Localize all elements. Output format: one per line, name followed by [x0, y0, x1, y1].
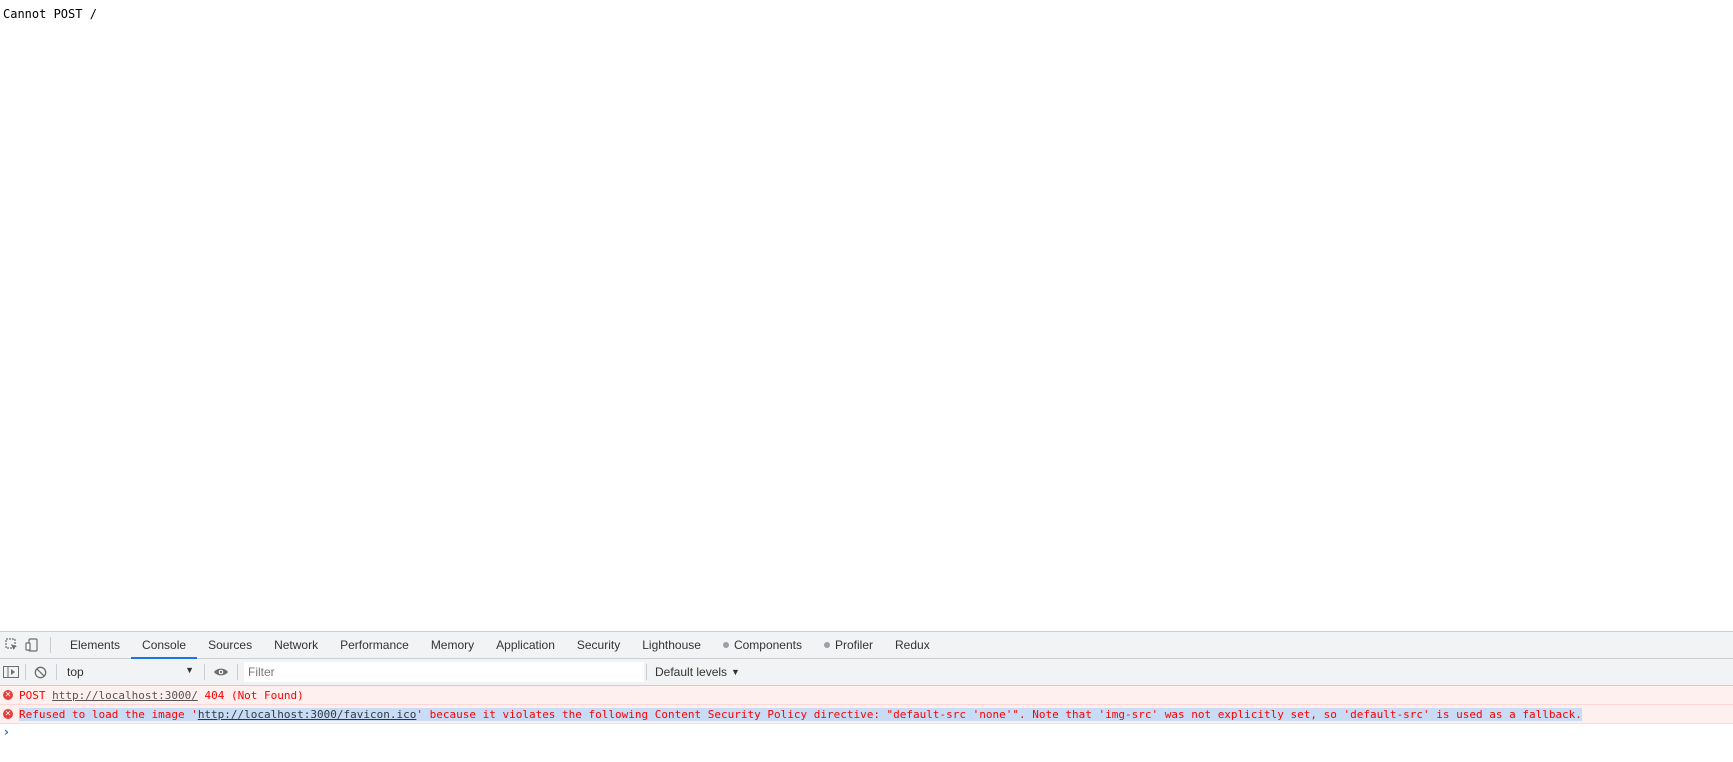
context-value: top: [67, 665, 84, 679]
tab-label: Application: [496, 638, 555, 652]
tab-label: Redux: [895, 638, 930, 652]
selected-text: Refused to load the image 'http://localh…: [19, 707, 1582, 721]
tab-label: Lighthouse: [642, 638, 701, 652]
tab-label: Network: [274, 638, 319, 652]
live-expression-eye-icon[interactable]: [211, 659, 231, 685]
tab-label: Console: [142, 638, 187, 652]
tab-label: Components: [733, 638, 802, 652]
devtools-tabbar: Elements Console Sources Network Perform…: [0, 632, 1733, 659]
toolbar-divider: [204, 664, 205, 680]
console-toolbar: top ▼ Default levels ▼: [0, 659, 1733, 686]
device-toggle-icon[interactable]: [22, 632, 42, 658]
toolbar-divider: [50, 637, 51, 653]
tab-console[interactable]: Console: [131, 632, 198, 659]
tab-label: Elements: [70, 638, 121, 652]
sidebar-toggle-icon[interactable]: [1, 659, 21, 685]
toolbar-divider: [646, 664, 647, 680]
toolbar-divider: [237, 664, 238, 680]
tab-sources[interactable]: Sources: [197, 632, 263, 658]
devtools-panel: Elements Console Sources Network Perform…: [0, 631, 1733, 762]
react-icon: [722, 642, 729, 648]
dropdown-arrow-icon: ▼: [185, 665, 194, 675]
react-icon: [824, 642, 830, 648]
tab-label: Security: [576, 638, 621, 652]
toolbar-divider: [25, 664, 26, 680]
inspect-element-icon[interactable]: [2, 632, 22, 658]
tab-network[interactable]: Network: [263, 632, 329, 658]
page-error-text: Cannot POST /: [3, 7, 97, 21]
tab-elements[interactable]: Elements: [59, 632, 131, 658]
tab-performance[interactable]: Performance: [329, 632, 420, 658]
message-suffix: ' because it violates the following Cont…: [416, 707, 1582, 721]
message-suffix: 404 (Not Found): [197, 688, 304, 702]
toolbar-divider: [56, 664, 57, 680]
tab-application[interactable]: Application: [485, 632, 566, 658]
tab-components[interactable]: Components: [712, 632, 813, 658]
console-prompt[interactable]: ›: [0, 724, 1733, 742]
tab-lighthouse[interactable]: Lighthouse: [631, 632, 712, 658]
page-viewport: Cannot POST /: [0, 0, 1733, 631]
error-icon: ✕: [3, 690, 13, 700]
dropdown-arrow-icon: ▼: [731, 667, 740, 677]
levels-label: Default levels: [655, 665, 728, 679]
console-error-message: ✕ Refused to load the image 'http://loca…: [0, 705, 1733, 724]
console-error-message: ✕ POST http://localhost:3000/ 404 (Not F…: [0, 686, 1733, 705]
message-link[interactable]: http://localhost:3000/: [52, 689, 198, 702]
tab-label: Memory: [430, 638, 475, 652]
tab-label: Profiler: [835, 638, 874, 652]
context-selector[interactable]: top ▼: [63, 662, 198, 682]
clear-console-icon[interactable]: [30, 659, 50, 685]
tab-label: Performance: [340, 638, 409, 652]
tab-redux[interactable]: Redux: [884, 632, 941, 658]
console-messages: ✕ POST http://localhost:3000/ 404 (Not F…: [0, 686, 1733, 762]
tab-label: Sources: [208, 638, 253, 652]
filter-input[interactable]: [244, 662, 644, 682]
message-link[interactable]: http://localhost:3000/favicon.ico: [198, 708, 417, 721]
message-prefix: Refused to load the image ': [19, 707, 198, 721]
tab-profiler[interactable]: Profiler: [813, 632, 884, 658]
prompt-chevron-icon: ›: [4, 725, 9, 739]
message-prefix: POST: [19, 688, 53, 702]
tab-memory[interactable]: Memory: [420, 632, 485, 658]
tab-security[interactable]: Security: [566, 632, 631, 658]
error-icon: ✕: [3, 709, 13, 719]
log-levels-dropdown[interactable]: Default levels ▼: [655, 665, 740, 679]
